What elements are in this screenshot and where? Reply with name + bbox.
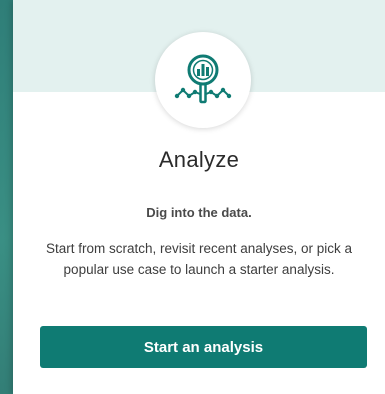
card-subtitle: Dig into the data. (146, 205, 252, 220)
start-analysis-button[interactable]: Start an analysis (40, 326, 367, 368)
analyze-magnifier-chart-icon (174, 54, 232, 104)
card-title: Analyze (158, 147, 240, 172)
card-description: Start from scratch, revisit recent analy… (45, 241, 353, 277)
analyze-card: Analyze Dig into the data. Start from sc… (13, 0, 385, 394)
analyze-icon-badge (155, 32, 251, 128)
